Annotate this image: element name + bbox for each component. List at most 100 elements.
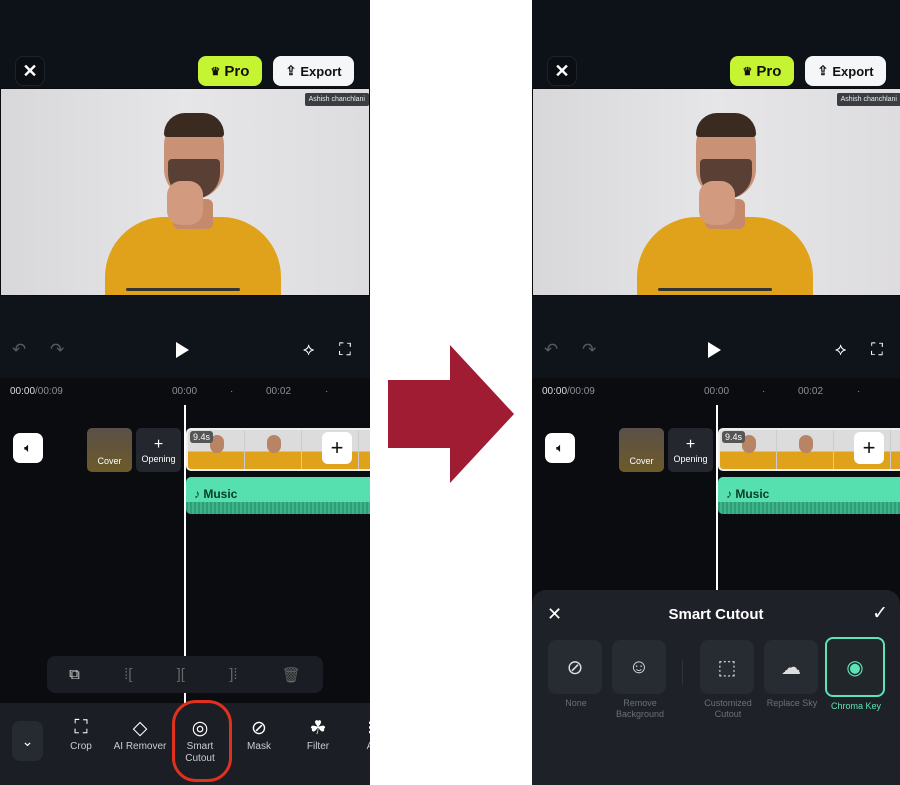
tool-filter[interactable]: ☘ Filter [288, 717, 348, 752]
ruler-tick: 00:00 [172, 386, 198, 397]
tool-label: Filter [306, 741, 330, 752]
ruler-tick: · [230, 386, 234, 397]
upload-icon: ⇪ [285, 63, 297, 78]
pro-button[interactable]: ♛ Pro [730, 56, 794, 86]
clip-thumbnail [777, 430, 834, 469]
option-label: Replace Sky [766, 698, 818, 708]
undo-icon[interactable]: ↶ [544, 340, 558, 360]
preview-scrubber[interactable] [126, 288, 240, 291]
tool-ai-remover[interactable]: ◇ AI Remover [110, 717, 170, 752]
cover-button[interactable]: Cover [87, 428, 132, 472]
editor-screen-after: ✕ ♛ Pro ⇪ Export Ashish chanchlani ↶ ↷ ⟡ ⛶… [532, 0, 900, 785]
arrow-right-icon [388, 345, 514, 483]
option-remove-background[interactable]: ☺ Remove Background [612, 640, 668, 720]
undo-icon[interactable]: ↶ [12, 340, 26, 360]
top-bar: ✕ ♛ Pro ⇪ Export [532, 0, 900, 88]
speaker-icon: 🔈︎ [24, 440, 32, 455]
mute-toggle[interactable]: 🔈︎ [13, 433, 43, 463]
export-button[interactable]: ⇪ Export [805, 56, 886, 86]
tool-label: AI Remover [113, 741, 167, 752]
confirm-check-icon[interactable]: ✓ [872, 602, 888, 625]
redo-icon[interactable]: ↷ [582, 340, 596, 360]
remove-background-icon: ☺ [628, 655, 650, 678]
fullscreen-icon[interactable]: ⛶ [339, 340, 351, 360]
close-icon: ✕ [554, 60, 570, 81]
music-note-icon: ♪ [726, 487, 736, 501]
delete-icon[interactable]: 🗑︎ [282, 666, 301, 684]
export-label: Export [832, 63, 874, 79]
person-hand [167, 181, 203, 225]
time-readout: 00:00/00:09 [10, 386, 63, 397]
cloud-icon: ☁ [781, 656, 801, 679]
add-opening-button[interactable]: + Opening [136, 428, 181, 472]
duplicate-icon[interactable]: ⧉ [69, 666, 80, 683]
none-icon: ⊘ [566, 656, 584, 679]
video-preview[interactable]: Ashish chanchlani [533, 89, 900, 295]
cover-button[interactable]: Cover [619, 428, 664, 472]
editor-screen-before: ✕ ♛ Pro ⇪ Export Ashish chanchlani ↶ ↷ ⟡ ⛶… [0, 0, 370, 785]
pro-button[interactable]: ♛ Pro [198, 56, 262, 86]
export-button[interactable]: ⇪ Export [273, 56, 354, 86]
ruler-tick: 00:02 [266, 386, 292, 397]
plus-icon: + [153, 436, 164, 453]
option-replace-sky[interactable]: ☁ Replace Sky [764, 640, 820, 709]
option-none[interactable]: ⊘ None [548, 640, 604, 709]
tool-crop[interactable]: ⛶ Crop [51, 717, 111, 752]
crown-icon: ♛ [742, 65, 753, 78]
ruler-tick: · [325, 386, 329, 397]
trim-end-icon[interactable]: ]⁞ [229, 666, 237, 683]
panel-title: Smart Cutout [668, 606, 764, 623]
adjust-icon: ⁝ [340, 717, 370, 741]
mask-icon: ⊘ [251, 718, 267, 739]
tool-more[interactable]: ⁝A [340, 717, 370, 752]
playback-controls: ↶ ↷ ⟡ ⛶ [0, 296, 370, 378]
person-hand [699, 181, 735, 225]
person-hair [696, 113, 756, 137]
music-label: Music [735, 487, 770, 501]
playback-controls: ↶ ↷ ⟡ ⛶ [532, 296, 900, 378]
plus-icon: + [685, 436, 696, 453]
split-icon[interactable]: ][ [177, 666, 185, 683]
add-clip-button[interactable]: + [854, 432, 884, 464]
music-track[interactable]: ♪ Music [186, 477, 370, 514]
clip-edit-bar: ⧉ ⁞[ ][ ]⁞ 🗑︎ [47, 656, 323, 693]
clip-thumbnail [359, 430, 370, 469]
music-track[interactable]: ♪ Music [718, 477, 900, 514]
preview-scrubber[interactable] [658, 288, 772, 291]
mute-toggle[interactable]: 🔈︎ [545, 433, 575, 463]
smart-cutout-panel: ✕ Smart Cutout ✓ ⊘ None ☺ Remove Backgroun… [532, 590, 900, 785]
filter-icon: ☘ [309, 718, 327, 739]
plus-icon: + [862, 435, 876, 460]
trim-start-icon[interactable]: ⁞[ [124, 666, 132, 683]
play-icon[interactable] [708, 342, 721, 358]
watermark: Ashish chanchlani [304, 93, 369, 106]
export-label: Export [300, 63, 342, 79]
collapse-button[interactable]: ⌄ [12, 721, 43, 761]
redo-icon[interactable]: ↷ [50, 340, 64, 360]
fullscreen-icon[interactable]: ⛶ [871, 340, 883, 360]
add-clip-button[interactable]: + [322, 432, 352, 464]
crop-icon: ⛶ [74, 717, 88, 738]
cover-label: Cover [97, 456, 122, 466]
play-icon[interactable] [176, 342, 189, 358]
keyframe-icon[interactable]: ⟡ [303, 340, 314, 360]
clip-duration: 9.4s [722, 431, 746, 443]
chroma-key-icon: ◉ [846, 656, 864, 679]
ruler-tick: 00:00 [704, 386, 730, 397]
add-opening-button[interactable]: + Opening [668, 428, 713, 472]
tool-mask[interactable]: ⊘ Mask [229, 717, 289, 752]
time-readout: 00:00/00:09 [542, 386, 595, 397]
opening-label: Opening [141, 454, 176, 464]
tool-label: Crop [70, 741, 92, 752]
clip-duration: 9.4s [190, 431, 214, 443]
close-button[interactable]: ✕ [547, 56, 577, 86]
option-chroma-key[interactable]: ◉ Chroma Key [825, 637, 885, 712]
close-button[interactable]: ✕ [15, 56, 45, 86]
clip-thumbnail [245, 430, 302, 469]
speaker-icon: 🔈︎ [556, 440, 564, 455]
pro-label: Pro [224, 62, 250, 80]
watermark: Ashish chanchlani [836, 93, 900, 106]
keyframe-icon[interactable]: ⟡ [835, 340, 846, 360]
option-customized-cutout[interactable]: ⬚ Customized Cutout [700, 640, 756, 720]
video-preview[interactable]: Ashish chanchlani [1, 89, 369, 295]
